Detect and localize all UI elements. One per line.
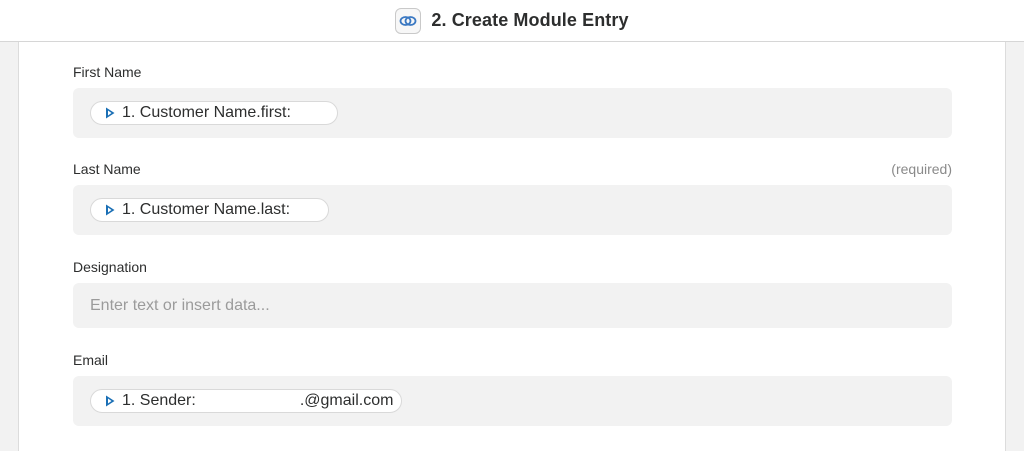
redacted-value bbox=[294, 202, 321, 218]
email-label: Email bbox=[73, 352, 109, 368]
redacted-value bbox=[199, 393, 300, 409]
designation-field: Designation Enter text or insert data... bbox=[73, 259, 952, 328]
last-name-input[interactable]: 1. Customer Name.last: bbox=[73, 185, 952, 235]
app-logo-icon bbox=[103, 203, 117, 217]
step-header: 2. Create Module Entry bbox=[0, 0, 1024, 42]
first-name-label: First Name bbox=[73, 64, 142, 80]
last-name-token-text: 1. Customer Name.last: bbox=[122, 201, 291, 218]
last-name-token[interactable]: 1. Customer Name.last: bbox=[90, 198, 330, 222]
redacted-value bbox=[294, 105, 329, 121]
app-logo-icon bbox=[103, 394, 117, 408]
last-name-label: Last Name bbox=[73, 161, 141, 177]
designation-placeholder: Enter text or insert data... bbox=[90, 296, 270, 314]
email-input[interactable]: 1. Sender: .@gmail.com bbox=[73, 376, 952, 426]
last-name-field: Last Name (required) 1. Customer Name.la… bbox=[73, 161, 952, 235]
designation-label: Designation bbox=[73, 259, 147, 275]
email-token[interactable]: 1. Sender: .@gmail.com bbox=[90, 389, 403, 413]
first-name-field: First Name 1. Customer Name.first: bbox=[73, 64, 952, 138]
first-name-token[interactable]: 1. Customer Name.first: bbox=[90, 101, 338, 125]
step-title: 2. Create Module Entry bbox=[431, 10, 629, 30]
email-token-suffix: .@gmail.com bbox=[299, 392, 394, 409]
app-logo-icon bbox=[103, 106, 117, 120]
form-panel: First Name 1. Customer Name.first: Last … bbox=[18, 42, 1006, 451]
app-badge bbox=[395, 7, 422, 34]
first-name-token-text: 1. Customer Name.first: bbox=[122, 104, 291, 121]
link-rings-icon bbox=[399, 15, 417, 26]
email-token-text: 1. Sender: bbox=[122, 392, 196, 409]
required-indicator: (required) bbox=[891, 161, 952, 177]
email-field: Email 1. Sender: .@gmail.com bbox=[73, 352, 952, 426]
first-name-input[interactable]: 1. Customer Name.first: bbox=[73, 88, 952, 138]
designation-input[interactable]: Enter text or insert data... bbox=[73, 283, 952, 328]
